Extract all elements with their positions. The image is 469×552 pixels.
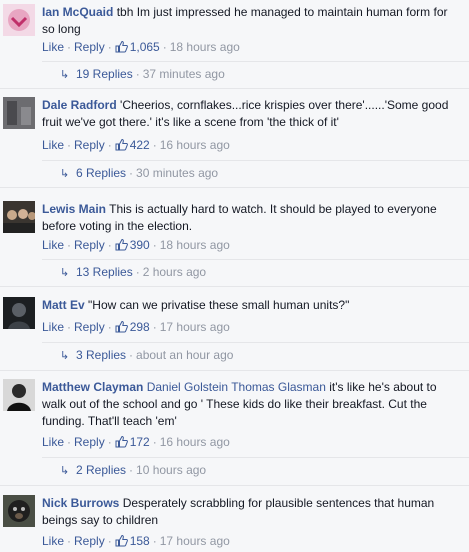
thumbs-up-icon	[115, 534, 128, 547]
comment-actions: Like · Reply · 390 · 18 hours ago	[42, 238, 230, 252]
like-count[interactable]: 298	[130, 320, 150, 334]
reply-arrow-icon: ↳	[60, 69, 70, 81]
like-count[interactable]: 158	[130, 534, 150, 548]
comment-author[interactable]: Matt Ev	[42, 298, 85, 312]
view-replies-link[interactable]: 13 Replies	[76, 265, 133, 279]
thumbs-up-icon	[115, 435, 128, 448]
like-count[interactable]: 1,065	[130, 40, 160, 54]
comment-body: Dale Radford 'Cheerios, cornflakes...ric…	[42, 97, 460, 131]
comment-actions: Like · Reply · 158 · 17 hours ago	[42, 534, 230, 548]
reply-link[interactable]: Reply	[74, 238, 105, 252]
avatar[interactable]	[3, 297, 35, 329]
comment-actions: Like · Reply · 422 · 16 hours ago	[42, 138, 230, 152]
divider	[0, 286, 469, 287]
thumbs-up-icon	[115, 320, 128, 333]
view-replies-link[interactable]: 2 Replies	[76, 463, 126, 477]
like-count[interactable]: 422	[130, 138, 150, 152]
reply-arrow-icon: ↳	[60, 168, 70, 180]
comment-time[interactable]: 16 hours ago	[160, 138, 230, 152]
avatar[interactable]	[3, 4, 35, 36]
like-link[interactable]: Like	[42, 320, 64, 334]
replies-row[interactable]: ↳ 19 Replies · 37 minutes ago	[42, 61, 469, 87]
like-link[interactable]: Like	[42, 138, 64, 152]
replies-time: 2 hours ago	[142, 265, 207, 279]
reply-arrow-icon: ↳	[60, 267, 70, 279]
view-replies-link[interactable]: 6 Replies	[76, 166, 126, 180]
comment-body: Matt Ev "How can we privatise these smal…	[42, 297, 460, 314]
comment-body: Lewis Main This is actually hard to watc…	[42, 201, 460, 235]
like-link[interactable]: Like	[42, 534, 64, 548]
replies-time: about an hour ago	[136, 348, 234, 362]
divider	[0, 88, 469, 89]
comment-author[interactable]: Nick Burrows	[42, 496, 119, 510]
comment-time[interactable]: 18 hours ago	[160, 238, 230, 252]
comment-text: "How can we privatise these small human …	[88, 298, 350, 312]
replies-time: 10 hours ago	[136, 463, 207, 477]
reply-link[interactable]: Reply	[74, 320, 105, 334]
comment-time[interactable]: 18 hours ago	[170, 40, 240, 54]
like-count[interactable]: 390	[130, 238, 150, 252]
comment-actions: Like · Reply · 1,065 · 18 hours ago	[42, 40, 240, 54]
like-link[interactable]: Like	[42, 40, 64, 54]
avatar[interactable]	[3, 201, 35, 233]
reply-arrow-icon: ↳	[60, 350, 70, 362]
comment-author[interactable]: Lewis Main	[42, 202, 106, 216]
comment-author[interactable]: Ian McQuaid	[42, 5, 113, 19]
reply-link[interactable]: Reply	[74, 138, 105, 152]
avatar[interactable]	[3, 495, 35, 527]
comment-actions: Like · Reply · 172 · 16 hours ago	[42, 435, 230, 449]
comment-author[interactable]: Dale Radford	[42, 98, 117, 112]
divider	[0, 187, 469, 188]
comment-body: Ian McQuaid tbh Im just impressed he man…	[42, 4, 460, 38]
comment-actions: Like · Reply · 298 · 17 hours ago	[42, 320, 230, 334]
thumbs-up-icon	[115, 238, 128, 251]
replies-row[interactable]: ↳ 6 Replies · 30 minutes ago	[42, 160, 469, 186]
view-replies-link[interactable]: 19 Replies	[76, 67, 133, 81]
view-replies-link[interactable]: 3 Replies	[76, 348, 126, 362]
thumbs-up-icon	[115, 138, 128, 151]
replies-time: 30 minutes ago	[136, 166, 219, 180]
comment-time[interactable]: 16 hours ago	[160, 435, 230, 449]
comment-body: Nick Burrows Desperately scrabbling for …	[42, 495, 460, 529]
comment-body: Matthew Clayman Daniel Golstein Thomas G…	[42, 379, 460, 430]
replies-row[interactable]: ↳ 3 Replies · about an hour ago	[42, 342, 469, 368]
reply-link[interactable]: Reply	[74, 534, 105, 548]
comment-author[interactable]: Matthew Clayman	[42, 380, 143, 394]
replies-time: 37 minutes ago	[142, 67, 225, 81]
replies-row[interactable]: ↳ 2 Replies · 10 hours ago	[42, 457, 469, 483]
thumbs-up-icon	[115, 40, 128, 53]
avatar[interactable]	[3, 97, 35, 129]
reply-arrow-icon: ↳	[60, 465, 70, 477]
divider	[0, 485, 469, 486]
avatar[interactable]	[3, 379, 35, 411]
replies-row[interactable]: ↳ 13 Replies · 2 hours ago	[42, 259, 469, 285]
like-link[interactable]: Like	[42, 435, 64, 449]
comment-time[interactable]: 17 hours ago	[160, 320, 230, 334]
like-link[interactable]: Like	[42, 238, 64, 252]
reply-link[interactable]: Reply	[74, 435, 105, 449]
like-count[interactable]: 172	[130, 435, 150, 449]
reply-link[interactable]: Reply	[74, 40, 105, 54]
comment-time[interactable]: 17 hours ago	[160, 534, 230, 548]
mentioned-users[interactable]: Daniel Golstein Thomas Glasman	[147, 380, 326, 394]
divider	[0, 370, 469, 371]
